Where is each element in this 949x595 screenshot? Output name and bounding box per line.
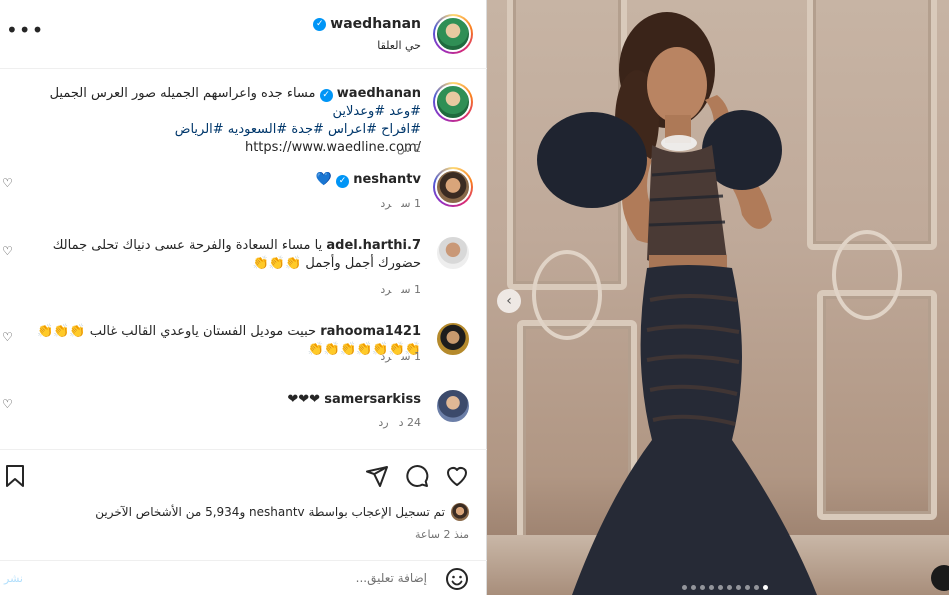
post-comment-button[interactable]: نشر — [4, 572, 23, 585]
carousel-dot — [736, 585, 741, 590]
like-comment-heart-icon[interactable]: ♡ — [2, 176, 13, 190]
comment-avatar[interactable] — [433, 167, 473, 207]
post-location[interactable]: حي العلقا — [377, 39, 421, 52]
post-header: ••• ✓ waedhanan حي العلقا — [0, 0, 487, 69]
comment-avatar[interactable] — [435, 388, 471, 424]
reply-button[interactable]: رد — [380, 197, 391, 210]
caption-hashtags-1[interactable]: #وعد #وعدلاين — [332, 104, 421, 119]
carousel-dot — [718, 585, 723, 590]
post-image[interactable]: ‹ — [487, 0, 949, 595]
reply-button[interactable]: رد — [380, 350, 391, 363]
carousel-dot — [709, 585, 714, 590]
share-icon[interactable] — [365, 464, 389, 488]
caption-time: 2 س — [397, 142, 421, 155]
emoji-icon[interactable] — [445, 567, 469, 591]
comment-bar: نشر — [0, 560, 487, 595]
comment-username[interactable]: adel.harthi.7 — [326, 238, 421, 253]
comment-meta: 1 س رد — [370, 283, 421, 296]
woman-in-gown-figure — [537, 12, 817, 595]
comments-list[interactable]: waedhanan ✓ مساء جده واعراسهم الجميله صو… — [0, 70, 487, 448]
comment-body: 💙 — [315, 172, 332, 187]
comment-text: neshantv ✓ 💙 — [21, 171, 421, 189]
comment-row: neshantv ✓ 💙 1 س رد ♡ — [0, 167, 487, 217]
comment-username[interactable]: samersarkiss — [324, 392, 421, 407]
comment-icon[interactable] — [405, 464, 429, 488]
carousel-indicator — [682, 585, 768, 590]
comment-row: samersarkiss ❤❤❤ 24 د رد ♡ — [0, 388, 487, 438]
post-actions: تم تسجيل الإعجاب بواسطة neshantv و5,934 … — [0, 449, 487, 595]
comment-avatar-image — [435, 321, 471, 357]
comment-username[interactable]: neshantv — [353, 172, 421, 187]
comment-avatar-image — [435, 235, 471, 271]
post-details-panel: ••• ✓ waedhanan حي العلقا waedhanan ✓ مس… — [0, 0, 487, 595]
comment-time: 1 س — [401, 350, 421, 363]
author-username-text[interactable]: waedhanan — [330, 16, 421, 32]
carousel-dot — [745, 585, 750, 590]
like-comment-heart-icon[interactable]: ♡ — [2, 397, 13, 411]
comment-body: ❤❤❤ — [287, 392, 321, 407]
liker-avatar — [451, 503, 469, 521]
like-comment-heart-icon[interactable]: ♡ — [2, 330, 13, 344]
comment-avatar[interactable] — [435, 321, 471, 357]
comment-text: adel.harthi.7 يا مساء السعادة والفرحة عس… — [21, 237, 421, 273]
likes-summary[interactable]: تم تسجيل الإعجاب بواسطة neshantv و5,934 … — [95, 503, 469, 521]
likes-text: تم تسجيل الإعجاب بواسطة neshantv و5,934 … — [95, 505, 445, 519]
comment-row: rahooma1421 حبيت موديل الفستان ياوعدي ال… — [0, 321, 487, 371]
like-comment-heart-icon[interactable]: ♡ — [2, 244, 13, 258]
comment-time: 1 س — [401, 283, 421, 296]
comment-username[interactable]: rahooma1421 — [320, 324, 421, 339]
comment-meta: 1 س رد — [370, 350, 421, 363]
comment-input[interactable] — [67, 571, 427, 585]
comment-avatar-image — [435, 388, 471, 424]
comment-time: 1 س — [401, 197, 421, 210]
caption-hashtags-2[interactable]: #افراح #اعراس #جدة #السعوديه #الرياض — [175, 122, 421, 137]
carousel-dot — [700, 585, 705, 590]
carousel-dot — [727, 585, 732, 590]
more-options-button[interactable]: ••• — [6, 20, 44, 40]
comment-text: rahooma1421 حبيت موديل الفستان ياوعدي ال… — [21, 323, 421, 359]
caption-avatar[interactable] — [433, 82, 473, 122]
comment-meta: 1 س رد — [370, 197, 421, 210]
caption-url: https://www.waedline.com/ — [244, 140, 421, 155]
carousel-dot — [682, 585, 687, 590]
post-timestamp: منذ 2 ساعة — [414, 528, 469, 541]
caption-body: مساء جده واعراسهم الجميله صور العرس الجم… — [49, 86, 316, 101]
verified-badge-icon: ✓ — [319, 89, 333, 102]
comment-avatar-image — [435, 169, 471, 205]
caption-text: waedhanan ✓ مساء جده واعراسهم الجميله صو… — [21, 85, 421, 157]
reply-button[interactable]: رد — [380, 283, 391, 296]
save-bookmark-icon[interactable] — [3, 464, 27, 488]
author-avatar[interactable] — [433, 14, 473, 54]
verified-badge-icon: ✓ — [313, 17, 327, 31]
carousel-dot-active — [763, 585, 768, 590]
comment-avatar[interactable] — [435, 235, 471, 271]
author-username[interactable]: ✓ waedhanan — [313, 16, 421, 32]
comment-meta: 24 د رد — [368, 416, 421, 429]
comment-text: samersarkiss ❤❤❤ — [21, 391, 421, 409]
carousel-dot — [691, 585, 696, 590]
comment-row: adel.harthi.7 يا مساء السعادة والفرحة عس… — [0, 235, 487, 305]
author-avatar-image — [435, 16, 471, 52]
comment-time: 24 د — [398, 416, 421, 429]
previous-image-button[interactable]: ‹ — [497, 289, 521, 313]
caption-username[interactable]: waedhanan — [337, 86, 421, 101]
reply-button[interactable]: رد — [378, 416, 388, 429]
caption-row: waedhanan ✓ مساء جده واعراسهم الجميله صو… — [0, 82, 487, 162]
carousel-dot — [754, 585, 759, 590]
like-heart-icon[interactable] — [445, 464, 469, 488]
caption-avatar-image — [435, 84, 471, 120]
verified-badge-icon: ✓ — [336, 175, 350, 188]
